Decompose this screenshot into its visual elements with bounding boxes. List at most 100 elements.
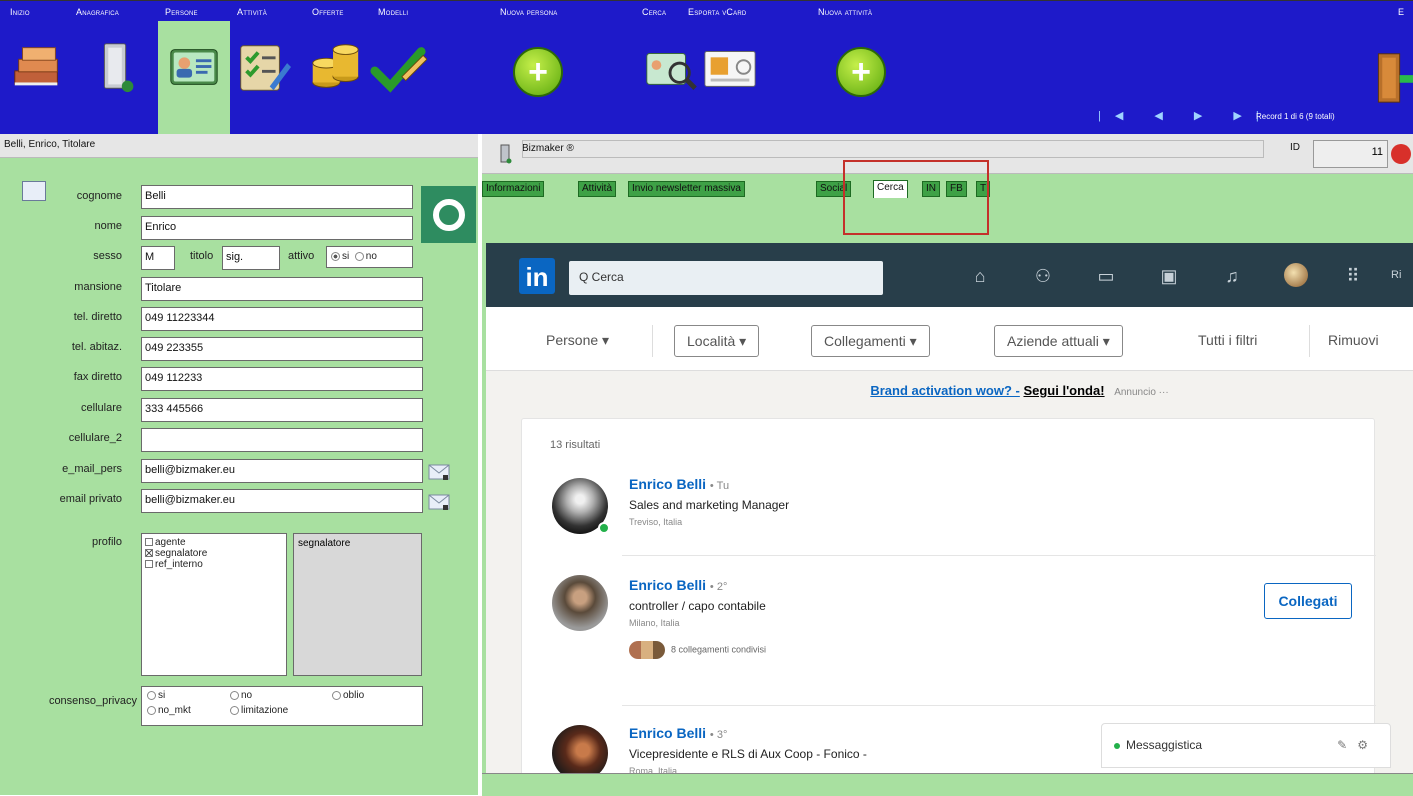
- menu-anagrafica[interactable]: Anagrafica: [76, 7, 119, 17]
- label-cellulare-2: cellulare_2: [68, 432, 122, 444]
- result-name[interactable]: Enrico Belli • 3°: [629, 725, 727, 741]
- person-form-panel: cognome Belli nome Enrico sesso M titolo…: [0, 158, 478, 795]
- label-cognome: cognome: [76, 190, 122, 202]
- ad-link[interactable]: Brand activation wow? -: [870, 383, 1020, 398]
- bottom-status-strip: [482, 773, 1413, 795]
- search-card-icon[interactable]: [640, 31, 700, 103]
- attivo-no-radio[interactable]: [354, 251, 364, 261]
- filter-rimuovi[interactable]: Rimuovi: [1316, 325, 1391, 357]
- filter-collegamenti[interactable]: Collegamenti ▾: [811, 325, 930, 357]
- messaging-icon[interactable]: ▣: [1157, 265, 1181, 287]
- menu-offerte[interactable]: Offerte: [312, 7, 344, 17]
- email-privato-field[interactable]: belli@bizmaker.eu: [141, 489, 423, 513]
- attivo-si-radio[interactable]: [331, 251, 340, 261]
- delete-record-icon[interactable]: [1391, 144, 1411, 164]
- label-profilo: profilo: [92, 536, 122, 548]
- ad-link-cta[interactable]: Segui l'onda!: [1023, 383, 1104, 398]
- coins-icon[interactable]: [304, 31, 364, 103]
- jobs-icon[interactable]: ▭: [1094, 265, 1118, 287]
- connect-button[interactable]: Collegati: [1264, 583, 1352, 619]
- compose-icon[interactable]: ✎: [1337, 738, 1357, 752]
- titolo-field[interactable]: sig.: [222, 246, 280, 270]
- cognome-field[interactable]: Belli: [141, 185, 413, 209]
- label-tel-abitaz: tel. abitaz.: [71, 341, 122, 353]
- binder-icon[interactable]: [86, 31, 146, 103]
- profile-avatar[interactable]: [1284, 263, 1308, 287]
- menu-attivita[interactable]: Attività: [237, 7, 267, 17]
- result-location: Milano, Italia: [629, 618, 680, 628]
- label-fax-diretto: fax diretto: [73, 371, 122, 383]
- privacy-option-si[interactable]: si: [147, 690, 165, 701]
- result-divider: [622, 705, 1376, 706]
- filter-aziende-attuali[interactable]: Aziende attuali ▾: [994, 325, 1123, 357]
- home-books-icon[interactable]: [8, 31, 68, 103]
- profilo-option-ref-interno[interactable]: ref_interno: [145, 559, 283, 570]
- vcard-export-icon[interactable]: [700, 31, 760, 103]
- new-activity-button[interactable]: +: [836, 47, 886, 97]
- privacy-option-limitazione[interactable]: limitazione: [230, 705, 288, 716]
- cellulare-2-field[interactable]: [141, 428, 423, 452]
- home-icon[interactable]: ⌂: [968, 265, 992, 287]
- result-name[interactable]: Enrico Belli • Tu: [629, 476, 729, 492]
- menu-cerca[interactable]: Cerca: [642, 7, 666, 17]
- label-tel-diretto: tel. diretto: [73, 311, 122, 323]
- menu-esporta-vcard[interactable]: Esporta vCard: [688, 7, 746, 17]
- filter-divider: [1309, 325, 1310, 357]
- tel-abitaz-field[interactable]: 049 223355: [141, 337, 423, 361]
- id-field[interactable]: 11: [1313, 140, 1388, 168]
- send-mail-icon[interactable]: [428, 493, 450, 511]
- grid-icon[interactable]: ⠿: [1341, 265, 1365, 287]
- notifications-icon[interactable]: ♫: [1220, 265, 1244, 287]
- profilo-option-segnalatore[interactable]: segnalatore: [145, 548, 283, 559]
- tab-attivita[interactable]: Attività: [578, 181, 617, 197]
- linkedin-search-input[interactable]: Q Cerca: [569, 261, 883, 295]
- fax-diretto-field[interactable]: 049 112233: [141, 367, 423, 391]
- linkedin-embedded-page: in Q Cerca ⌂ ⚇ ▭ ▣ ♫ ⠿ Ri Persone ▾ Loca…: [486, 243, 1413, 793]
- privacy-option-no-mkt[interactable]: no_mkt: [147, 705, 191, 716]
- profilo-option-agente[interactable]: agente: [145, 537, 283, 548]
- menu-nuova-persona[interactable]: Nuova persona: [500, 7, 558, 17]
- network-icon[interactable]: ⚇: [1031, 265, 1055, 287]
- result-location: Treviso, Italia: [629, 517, 683, 527]
- tab-invio-newsletter[interactable]: Invio newsletter massiva: [628, 181, 745, 197]
- app-binder-icon: [498, 144, 512, 164]
- result-avatar[interactable]: [552, 575, 608, 631]
- label-sesso: sesso: [93, 250, 122, 262]
- mansione-field[interactable]: Titolare: [141, 277, 423, 301]
- shared-connections[interactable]: 8 collegamenti condivisi: [629, 641, 766, 659]
- new-person-button[interactable]: +: [513, 47, 563, 97]
- tab-informazioni[interactable]: Informazioni: [482, 181, 545, 197]
- tel-diretto-field[interactable]: 049 11223344: [141, 307, 423, 331]
- e-mail-pers-field[interactable]: belli@bizmaker.eu: [141, 459, 423, 483]
- exit-door-icon[interactable]: [1360, 41, 1413, 113]
- result-title: Sales and marketing Manager: [629, 498, 790, 512]
- linkedin-logo[interactable]: in: [519, 258, 555, 294]
- send-mail-icon[interactable]: [428, 463, 450, 481]
- menu-nuova-attivita[interactable]: Nuova attività: [818, 7, 872, 17]
- nome-field[interactable]: Enrico: [141, 216, 413, 240]
- sesso-field[interactable]: M: [141, 246, 175, 270]
- settings-gear-icon[interactable]: ⚙: [1357, 738, 1378, 752]
- menu-modelli[interactable]: Modelli: [378, 7, 408, 17]
- linkedin-filter-bar: Persone ▾ Località ▾ Collegamenti ▾ Azie…: [486, 307, 1413, 371]
- filter-localita[interactable]: Località ▾: [674, 325, 760, 357]
- id-card-icon[interactable]: [164, 31, 224, 103]
- model-checkmark-icon[interactable]: [368, 31, 428, 103]
- messaging-bar[interactable]: Messaggistica ✎⚙: [1101, 723, 1391, 768]
- filter-persone[interactable]: Persone ▾: [534, 325, 621, 357]
- filter-tutti-i-filtri[interactable]: Tutti i filtri: [1186, 325, 1269, 357]
- app-title-box: [522, 140, 1264, 158]
- checklist-icon[interactable]: [232, 31, 292, 103]
- record-navigation-arrows[interactable]: |◀ ◀ ▶ ▶|: [1098, 109, 1273, 122]
- result-name[interactable]: Enrico Belli • 2°: [629, 577, 727, 593]
- menu-esci[interactable]: E: [1398, 7, 1404, 17]
- cellulare-field[interactable]: 333 445566: [141, 398, 423, 422]
- menu-inizio[interactable]: Inizio: [10, 7, 30, 17]
- attivo-si-label: si: [342, 251, 350, 262]
- status-toggle-button[interactable]: [421, 186, 476, 243]
- menu-persone[interactable]: Persone: [165, 7, 198, 17]
- privacy-option-no[interactable]: no: [230, 690, 252, 701]
- ad-tag[interactable]: Annuncio ···: [1114, 387, 1168, 398]
- linkedin-more-label[interactable]: Ri: [1391, 269, 1401, 281]
- privacy-option-oblio[interactable]: oblio: [332, 690, 364, 701]
